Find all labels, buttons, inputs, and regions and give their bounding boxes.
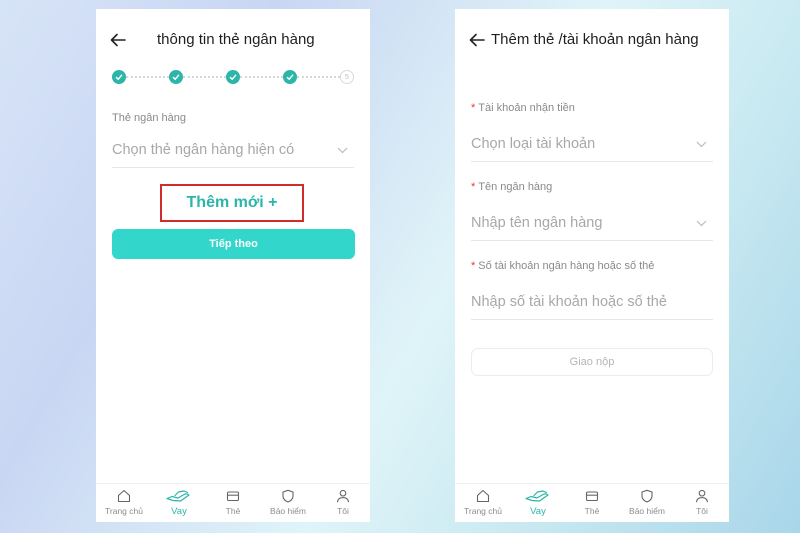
user-icon	[336, 489, 350, 503]
bank-card-label: Thẻ ngân hàng	[112, 112, 187, 124]
header: thông tin thẻ ngân hàng	[96, 23, 370, 59]
chevron-down-icon	[337, 147, 348, 154]
loan-hand-icon	[166, 490, 190, 502]
nav-item-card[interactable]: Thẻ	[567, 489, 617, 516]
step-2-complete	[169, 70, 183, 84]
loan-hand-icon	[525, 490, 549, 502]
step-4-complete	[283, 70, 297, 84]
add-new-label: Thêm mới +	[186, 194, 278, 211]
bottom-nav: Trang chủ Vay Thẻ Bảo hiểm Tôi	[96, 483, 370, 522]
account-type-label: * Tài khoản nhận tiền	[471, 102, 575, 114]
progress-stepper: 5	[112, 70, 356, 84]
back-arrow-icon[interactable]	[469, 33, 485, 47]
check-icon	[229, 74, 237, 81]
submit-button[interactable]: Giao nộp	[471, 348, 713, 376]
next-button[interactable]: Tiếp theo	[112, 229, 355, 259]
check-icon	[286, 74, 294, 81]
account-number-label: * Số tài khoản ngân hàng hoặc số thẻ	[471, 260, 655, 272]
home-icon	[476, 489, 490, 503]
step-3-complete	[226, 70, 240, 84]
bank-info-screen: thông tin thẻ ngân hàng 5 Thẻ ngân hàng …	[96, 9, 370, 522]
page-title: thông tin thẻ ngân hàng	[157, 31, 315, 48]
account-number-input[interactable]: Nhập số tài khoản hoặc số thẻ	[471, 289, 713, 320]
add-new-card-button[interactable]: Thêm mới +	[160, 184, 304, 222]
nav-item-insurance[interactable]: Bảo hiểm	[622, 489, 672, 516]
card-icon	[226, 491, 240, 502]
header: Thêm thẻ /tài khoản ngân hàng	[455, 23, 729, 59]
nav-item-me[interactable]: Tôi	[318, 489, 368, 516]
nav-item-me[interactable]: Tôi	[677, 489, 727, 516]
account-type-placeholder: Chọn loại tài khoản	[471, 136, 596, 152]
user-icon	[695, 489, 709, 503]
nav-item-loan[interactable]: Vay	[154, 489, 204, 517]
bank-name-placeholder: Nhập tên ngân hàng	[471, 215, 603, 231]
check-icon	[115, 74, 123, 81]
bottom-nav: Trang chủ Vay Thẻ Bảo hiểm Tôi	[455, 483, 729, 522]
account-type-select[interactable]: Chọn loại tài khoản	[471, 131, 713, 162]
shield-icon	[282, 489, 294, 503]
nav-item-insurance[interactable]: Bảo hiểm	[263, 489, 313, 516]
card-icon	[585, 491, 599, 502]
home-icon	[117, 489, 131, 503]
account-number-placeholder: Nhập số tài khoản hoặc số thẻ	[471, 294, 667, 310]
bank-card-placeholder: Chọn thẻ ngân hàng hiện có	[112, 142, 295, 158]
nav-item-home[interactable]: Trang chủ	[99, 489, 149, 516]
chevron-down-icon	[696, 220, 707, 227]
nav-item-home[interactable]: Trang chủ	[458, 489, 508, 516]
step-1-complete	[112, 70, 126, 84]
nav-item-loan[interactable]: Vay	[513, 489, 563, 517]
step-5-pending: 5	[340, 70, 354, 84]
back-arrow-icon[interactable]	[110, 33, 126, 47]
bank-name-select[interactable]: Nhập tên ngân hàng	[471, 210, 713, 241]
check-icon	[172, 74, 180, 81]
shield-icon	[641, 489, 653, 503]
chevron-down-icon	[696, 141, 707, 148]
page-title: Thêm thẻ /tài khoản ngân hàng	[491, 31, 699, 48]
add-bank-account-screen: Thêm thẻ /tài khoản ngân hàng * Tài khoản…	[455, 9, 729, 522]
bank-card-select[interactable]: Chọn thẻ ngân hàng hiện có	[112, 137, 354, 168]
bank-name-label: * Tên ngân hàng	[471, 181, 553, 193]
nav-item-card[interactable]: Thẻ	[208, 489, 258, 516]
